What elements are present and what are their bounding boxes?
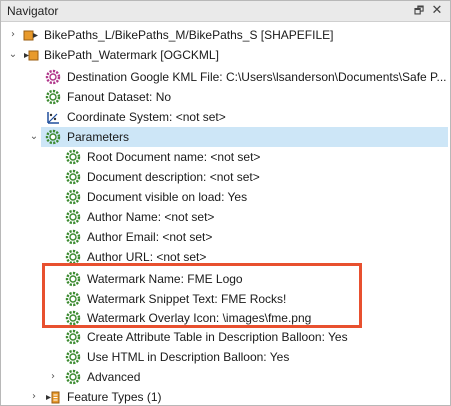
tree-item-coordinate-system[interactable]: Coordinate System: <not set>: [1, 107, 450, 127]
tree-item-label: Coordinate System: <not set>: [67, 110, 226, 124]
gear-icon: [65, 369, 81, 385]
tree-item-label: Use HTML in Description Balloon: Yes: [87, 350, 290, 364]
gear-icon: [45, 89, 61, 105]
close-icon[interactable]: ✕: [430, 4, 444, 18]
collapse-arrow-icon[interactable]: ⌄: [7, 48, 19, 62]
tree-item-param[interactable]: Root Document name: <not set>: [1, 147, 450, 167]
tree-item-label: Advanced: [87, 370, 141, 384]
expand-arrow-icon[interactable]: ›: [7, 28, 19, 42]
gear-icon: [65, 209, 81, 225]
tree-item-param[interactable]: Author Name: <not set>: [1, 207, 450, 227]
tree-item-writer[interactable]: ⌄ BikePath_Watermark [OGCKML]: [1, 45, 450, 65]
gear-icon: [65, 149, 81, 165]
tree-item-reader[interactable]: › BikePaths_L/BikePaths_M/BikePaths_S [S…: [1, 25, 450, 45]
title-bar: Navigator 🗗 ✕: [1, 1, 450, 22]
tree-item-label: Author Email: <not set>: [87, 230, 213, 244]
gear-icon: [65, 229, 81, 245]
feature-types-icon: [45, 389, 61, 405]
tree-item-param[interactable]: Create Attribute Table in Description Ba…: [1, 327, 450, 347]
tree-item-label: Create Attribute Table in Description Ba…: [87, 330, 348, 344]
gear-icon: [45, 129, 61, 145]
tree-item-label: Fanout Dataset: No: [67, 90, 172, 104]
tree-item-label: Parameters: [67, 130, 130, 144]
coordinate-icon: [45, 109, 61, 125]
tree-item-fanout[interactable]: Fanout Dataset: No: [1, 87, 450, 107]
tree-item-label: Author Name: <not set>: [87, 210, 215, 224]
tree-item-label: Destination Google KML File: C:\Users\ls…: [67, 70, 447, 84]
tree-item-feature-types[interactable]: › Feature Types (1): [1, 387, 450, 406]
tree-item-param[interactable]: Document description: <not set>: [1, 167, 450, 187]
collapse-arrow-icon[interactable]: ⌄: [28, 130, 40, 144]
tree-item-advanced[interactable]: › Advanced: [1, 367, 450, 387]
panel-title: Navigator: [7, 4, 59, 18]
destination-gear-icon: [45, 69, 61, 85]
gear-icon: [65, 329, 81, 345]
tree-item-parameters[interactable]: ⌄ Parameters: [1, 127, 450, 147]
navigator-panel: Navigator 🗗 ✕ › BikePaths_L/BikePaths_M/…: [0, 0, 451, 406]
tree-item-param[interactable]: Document visible on load: Yes: [1, 187, 450, 207]
tree-item-label: Root Document name: <not set>: [87, 150, 261, 164]
tree-item-param[interactable]: Author Email: <not set>: [1, 227, 450, 247]
reader-icon: [23, 27, 39, 43]
tree-item-destination[interactable]: Destination Google KML File: C:\Users\ls…: [1, 67, 450, 87]
pin-icon[interactable]: 🗗: [412, 4, 426, 18]
gear-icon: [65, 349, 81, 365]
writer-icon: [23, 47, 39, 63]
expand-arrow-icon[interactable]: ›: [28, 390, 40, 404]
tree-item-label: Document description: <not set>: [87, 170, 260, 184]
gear-icon: [65, 169, 81, 185]
gear-icon: [65, 189, 81, 205]
navigator-tree: › BikePaths_L/BikePaths_M/BikePaths_S [S…: [1, 23, 450, 406]
tree-item-label: Author URL: <not set>: [87, 250, 207, 264]
tree-item-param[interactable]: Use HTML in Description Balloon: Yes: [1, 347, 450, 367]
tree-item-label: Feature Types (1): [67, 390, 162, 404]
tree-item-label: BikePath_Watermark [OGCKML]: [44, 48, 219, 62]
highlight-box: [42, 263, 362, 328]
tree-item-label: Document visible on load: Yes: [87, 190, 248, 204]
expand-arrow-icon[interactable]: ›: [47, 370, 59, 384]
tree-item-label: BikePaths_L/BikePaths_M/BikePaths_S [SHA…: [44, 28, 334, 42]
